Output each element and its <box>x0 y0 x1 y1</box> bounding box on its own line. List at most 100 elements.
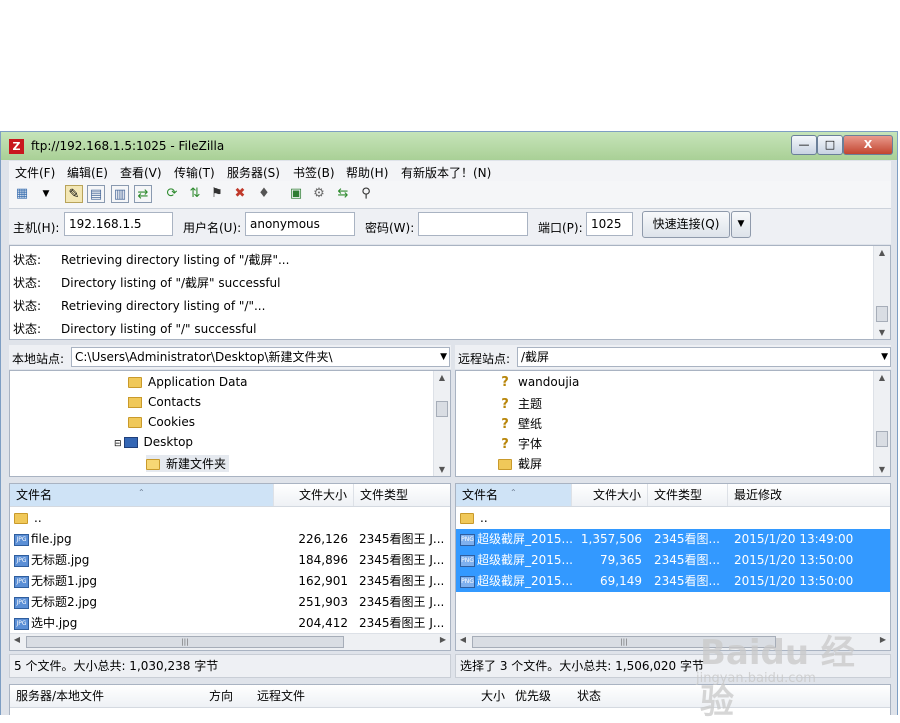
remote-tree-scrollbar[interactable]: ▲ ▼ <box>873 371 890 476</box>
close-button[interactable]: X <box>843 135 893 155</box>
tree-item[interactable]: ? 字体 <box>498 435 542 452</box>
host-input[interactable] <box>64 212 173 236</box>
tree-item[interactable]: ? 壁纸 <box>498 415 542 432</box>
folder-icon <box>460 513 474 524</box>
remote-list-hscrollbar[interactable]: ◀ ||| ▶ <box>456 633 890 650</box>
list-item-parent[interactable]: .. <box>456 508 890 529</box>
folder-open-icon <box>146 459 160 470</box>
toggle-log-icon[interactable]: ✎ <box>65 185 83 203</box>
log-scrollbar[interactable]: ▲ ▼ <box>873 246 890 339</box>
site-manager-icon[interactable]: ▦ <box>13 185 31 203</box>
quickconnect-bar: 主机(H): 用户名(U): 密码(W): 端口(P): 快速连接(Q) ▼ <box>9 209 891 244</box>
tree-item[interactable]: Application Data <box>128 375 248 389</box>
column-remote-file[interactable]: 远程文件 <box>257 685 305 707</box>
table-row-selected[interactable]: PNG 超级截屏_2015... 69,149 2345看图... 2015/1/… <box>456 571 890 592</box>
tree-item[interactable]: ⊟ Desktop <box>114 435 193 449</box>
table-row[interactable]: JPG 选中.jpg 204,412 2345看图王 J... <box>10 613 450 634</box>
toggle-remote-tree-icon[interactable]: ▥ <box>111 185 129 203</box>
toggle-queue-icon[interactable]: ⇄ <box>134 185 152 203</box>
menu-new-version[interactable]: 有新版本了！(N) <box>401 164 491 181</box>
minimize-button[interactable]: — <box>791 135 817 155</box>
local-list-hscrollbar[interactable]: ◀ ||| ▶ <box>10 633 450 650</box>
username-label: 用户名(U): <box>183 221 242 235</box>
directory-compare-icon[interactable]: ▣ <box>287 185 305 203</box>
table-row[interactable]: JPG 无标题1.jpg 162,901 2345看图王 J... <box>10 571 450 592</box>
local-tree-scrollbar[interactable]: ▲ ▼ <box>433 371 450 476</box>
remote-tree-scroll-thumb[interactable] <box>876 431 888 447</box>
menu-server[interactable]: 服务器(S) <box>227 164 280 181</box>
maximize-button[interactable]: □ <box>817 135 843 155</box>
chevron-down-icon[interactable]: ▼ <box>440 348 447 366</box>
table-row-selected[interactable]: PNG 超级截屏_2015... 1,357,506 2345看图... 2015… <box>456 529 890 550</box>
menu-bookmarks[interactable]: 书签(B) <box>293 164 335 181</box>
table-row-selected[interactable]: PNG 超级截屏_2015... 79,365 2345看图... 2015/1/… <box>456 550 890 571</box>
remote-list-hscroll-thumb[interactable]: ||| <box>472 636 776 648</box>
tree-item[interactable]: Contacts <box>128 395 201 409</box>
menu-edit[interactable]: 编辑(E) <box>67 164 108 181</box>
column-server-local-file[interactable]: 服务器/本地文件 <box>16 685 104 707</box>
column-filename[interactable]: 文件名 ⌃ <box>456 484 572 506</box>
local-status-text: 5 个文件。大小总共: 1,030,238 字节 <box>9 654 451 678</box>
refresh-icon[interactable]: ⟳ <box>163 185 181 203</box>
tree-item-selected[interactable]: 新建文件夹 <box>146 455 230 472</box>
message-log: 状态: Retrieving directory listing of "/截屏"… <box>9 245 891 340</box>
process-queue-icon[interactable]: ⇅ <box>186 185 204 203</box>
local-list-hscroll-thumb[interactable]: ||| <box>26 636 344 648</box>
table-row[interactable]: JPG file.jpg 226,126 2345看图王 J... <box>10 529 450 550</box>
disconnect-icon[interactable]: ♦ <box>255 185 273 203</box>
column-priority[interactable]: 优先级 <box>515 685 551 707</box>
window-title: ftp://192.168.1.5:1025 - FileZilla <box>31 139 225 153</box>
column-filetype[interactable]: 文件类型 <box>354 484 450 506</box>
tree-item[interactable]: ? 主题 <box>498 395 542 412</box>
menu-view[interactable]: 查看(V) <box>120 164 162 181</box>
menu-transfer[interactable]: 传输(T) <box>174 164 215 181</box>
table-row[interactable]: JPG 无标题.jpg 184,896 2345看图王 J... <box>10 550 450 571</box>
username-input[interactable] <box>245 212 355 236</box>
folder-icon <box>128 377 142 388</box>
menu-help[interactable]: 帮助(H) <box>346 164 388 181</box>
png-file-icon: PNG <box>460 554 475 567</box>
sort-ascending-icon: ⌃ <box>510 488 517 497</box>
column-filetype[interactable]: 文件类型 <box>648 484 728 506</box>
title-bar: Z ftp://192.168.1.5:1025 - FileZilla — □… <box>1 132 897 160</box>
local-site-label: 本地站点: <box>12 352 65 366</box>
local-tree-scroll-thumb[interactable] <box>436 401 448 417</box>
port-label: 端口(P): <box>538 221 583 235</box>
log-scroll-thumb[interactable] <box>876 306 888 322</box>
column-size[interactable]: 大小 <box>481 685 505 707</box>
local-path-combo[interactable]: C:\Users\Administrator\Desktop\新建文件夹\ ▼ <box>71 347 450 367</box>
collapse-icon[interactable]: ⊟ <box>114 439 122 449</box>
quickconnect-history-dropdown[interactable]: ▼ <box>731 211 751 238</box>
tree-item[interactable]: Cookies <box>128 415 195 429</box>
remote-path-combo[interactable]: /截屏 ▼ <box>517 347 891 367</box>
table-row[interactable]: JPG 无标题2.jpg 251,903 2345看图王 J... <box>10 592 450 613</box>
column-filename[interactable]: 文件名 ⌃ <box>10 484 274 506</box>
list-item-parent[interactable]: .. <box>10 508 450 529</box>
chevron-down-icon[interactable]: ▼ <box>881 348 888 366</box>
remote-path-text: /截屏 <box>521 350 550 364</box>
flag-icon[interactable]: ⚑ <box>208 185 226 203</box>
menu-file[interactable]: 文件(F) <box>15 164 55 181</box>
log-line: 状态: Retrieving directory listing of "/"..… <box>13 299 266 313</box>
dropdown-arrow-icon[interactable]: ▼ <box>37 185 55 203</box>
column-filesize[interactable]: 文件大小 <box>572 484 648 506</box>
column-filesize[interactable]: 文件大小 <box>274 484 354 506</box>
quickconnect-button[interactable]: 快速连接(Q) <box>642 211 730 238</box>
password-label: 密码(W): <box>365 221 415 235</box>
search-icon[interactable]: ⚲ <box>357 185 375 203</box>
remote-site-label: 远程站点: <box>458 352 511 366</box>
folder-icon <box>128 417 142 428</box>
cancel-icon[interactable]: ✖ <box>231 185 249 203</box>
column-status[interactable]: 状态 <box>577 685 601 707</box>
tree-item[interactable]: ? wandoujia <box>498 375 579 390</box>
toggle-local-tree-icon[interactable]: ▤ <box>87 185 105 203</box>
tree-item[interactable]: 截屏 <box>498 455 542 472</box>
filter-icon[interactable]: ⚙ <box>310 185 328 203</box>
sync-browse-icon[interactable]: ⇆ <box>334 185 352 203</box>
question-icon: ? <box>501 396 509 412</box>
port-input[interactable] <box>586 212 633 236</box>
remote-site-bar: 远程站点: /截屏 ▼ <box>455 345 891 369</box>
column-direction[interactable]: 方向 <box>209 685 233 707</box>
column-last-modified[interactable]: 最近修改 <box>728 484 890 506</box>
password-input[interactable] <box>418 212 528 236</box>
